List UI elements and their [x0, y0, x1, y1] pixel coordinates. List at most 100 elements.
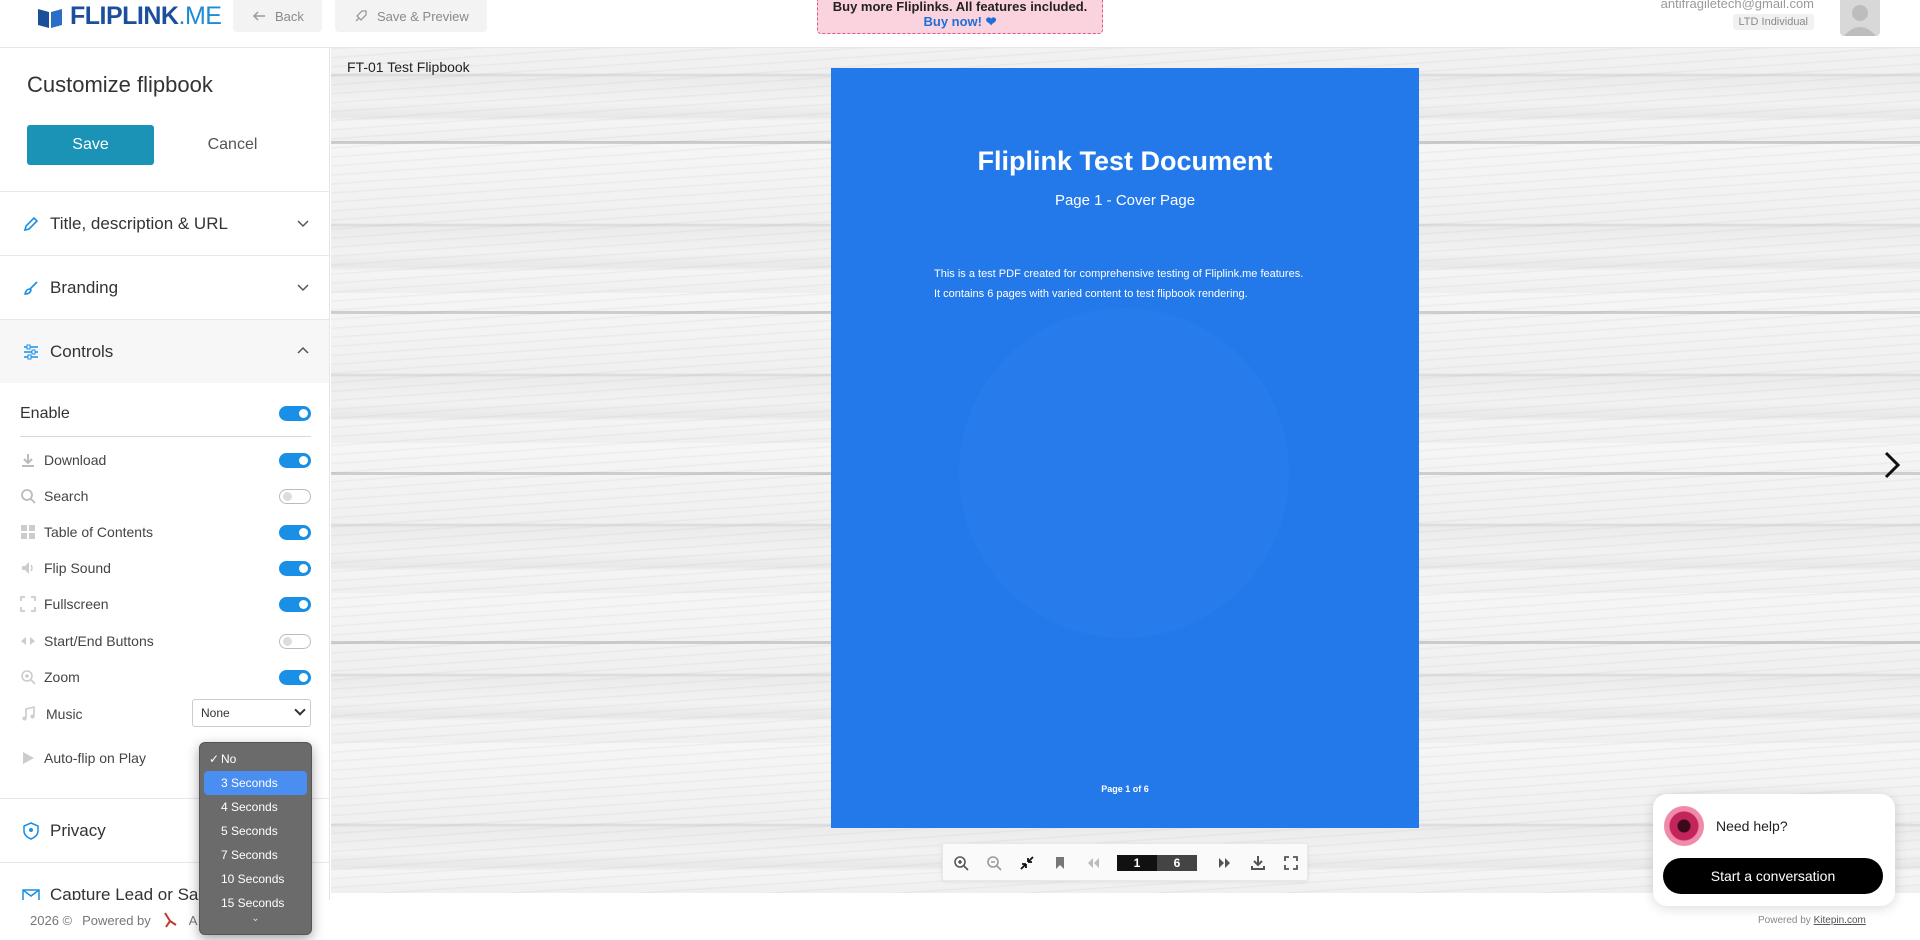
autoflip-option[interactable]: No — [204, 747, 307, 771]
flipbook-title: FT-01 Test Flipbook — [347, 59, 470, 75]
play-icon — [23, 752, 34, 764]
zoom-out-icon[interactable] — [986, 855, 1002, 871]
mail-icon — [22, 888, 40, 900]
option-label: Table of Contents — [44, 524, 153, 540]
option-label: Download — [44, 452, 107, 468]
brush-icon — [24, 280, 38, 295]
option-zoom: Zoom — [20, 662, 311, 692]
download-icon[interactable] — [1250, 855, 1266, 871]
scroll-down-icon[interactable]: ⌄ — [204, 914, 307, 924]
collapse-icon[interactable] — [1019, 855, 1035, 871]
top-bar: FLIPLINK.ME Back Save & Preview Buy more… — [0, 0, 1920, 48]
kitepin-link[interactable]: Kitepin.com — [1814, 915, 1866, 926]
fliplink-logo[interactable]: FLIPLINK.ME — [36, 2, 222, 31]
help-widget: Need help? Start a conversation — [1653, 794, 1895, 906]
pencil-icon — [23, 216, 39, 231]
last-page-icon[interactable] — [1217, 855, 1233, 871]
next-page-arrow-icon[interactable] — [1877, 450, 1907, 480]
section-label: Title, description & URL — [50, 213, 228, 233]
powered-by: Powered by Kitepin.com — [1758, 915, 1866, 926]
option-label: Music — [46, 706, 83, 722]
bookmark-icon[interactable] — [1052, 855, 1068, 871]
grid-icon — [21, 525, 35, 539]
arrow-left-icon — [252, 11, 265, 21]
book-logo-icon — [38, 8, 62, 28]
download-toggle[interactable] — [279, 453, 311, 468]
section-label: Privacy — [50, 820, 106, 840]
zoom-in-icon[interactable] — [953, 855, 969, 871]
zoom-toggle[interactable] — [279, 670, 311, 685]
page-footer: Page 1 of 6 — [1101, 784, 1149, 794]
option-flip-sound: Flip Sound — [20, 553, 311, 583]
section-controls[interactable]: Controls — [0, 319, 329, 383]
section-label: Controls — [50, 341, 114, 361]
section-title-description[interactable]: Title, description & URL — [0, 191, 329, 255]
chevron-down-icon — [297, 220, 309, 228]
download-icon — [22, 454, 34, 467]
document-body-line: This is a test PDF created for comprehen… — [934, 268, 1304, 280]
chevron-up-icon — [297, 346, 309, 354]
brand-name: A — [188, 912, 198, 928]
current-page[interactable]: 1 — [1117, 855, 1157, 871]
account-info[interactable]: antifragiletech@gmail.com LTD Individual — [1661, 0, 1814, 30]
cancel-button[interactable]: Cancel — [170, 125, 295, 165]
flip-sound-toggle[interactable] — [279, 561, 311, 576]
plan-badge: LTD Individual — [1732, 14, 1814, 30]
option-label: Fullscreen — [44, 596, 109, 612]
copyright: 2026 © — [30, 912, 73, 928]
autoflip-option[interactable]: 7 Seconds — [204, 843, 307, 867]
enable-toggle[interactable] — [279, 406, 311, 421]
page-indicator[interactable]: 1 6 — [1117, 855, 1197, 871]
sidebar-title: Customize flipbook — [27, 72, 213, 97]
autoflip-option[interactable]: 4 Seconds — [204, 795, 307, 819]
start-end-toggle[interactable] — [279, 634, 311, 649]
music-select-value: None — [201, 706, 230, 720]
speaker-icon — [22, 562, 33, 574]
option-fullscreen: Fullscreen — [20, 589, 311, 619]
fullscreen-icon — [20, 596, 36, 612]
document-title: Fliplink Test Document — [977, 146, 1273, 176]
save-preview-label: Save & Preview — [377, 8, 469, 24]
promo-banner[interactable]: Buy more Fliplinks. All features include… — [817, 0, 1103, 34]
sliders-icon — [24, 344, 38, 359]
toc-toggle[interactable] — [279, 525, 311, 540]
document-body: This is a test PDF created for comprehen… — [934, 264, 1374, 304]
option-label: Auto-flip on Play — [44, 750, 146, 766]
user-avatar[interactable] — [1840, 0, 1880, 36]
search-toggle[interactable] — [279, 489, 311, 504]
save-button[interactable]: Save — [27, 125, 154, 165]
section-branding[interactable]: Branding — [0, 255, 329, 319]
start-conversation-button[interactable]: Start a conversation — [1663, 858, 1883, 894]
document-body-line: It contains 6 pages with varied content … — [934, 288, 1248, 300]
music-note-icon — [22, 706, 35, 721]
promo-text: Buy more Fliplinks. All features include… — [832, 0, 1088, 14]
option-label: Zoom — [44, 669, 80, 685]
section-label: Capture Lead or Sa — [50, 884, 199, 901]
page-decoration — [959, 308, 1289, 638]
back-button[interactable]: Back — [233, 0, 322, 32]
autoflip-dropdown[interactable]: No 3 Seconds 4 Seconds 5 Seconds 7 Secon… — [199, 742, 312, 935]
total-pages: 6 — [1157, 855, 1197, 871]
save-preview-button[interactable]: Save & Preview — [335, 0, 487, 32]
music-select[interactable]: None — [192, 699, 311, 727]
autoflip-option[interactable]: 5 Seconds — [204, 819, 307, 843]
start-end-icon — [21, 637, 35, 645]
first-page-icon[interactable] — [1085, 855, 1101, 871]
option-music: Music None — [20, 699, 311, 729]
autoflip-option[interactable]: 10 Seconds — [204, 867, 307, 891]
buy-now-link[interactable]: Buy now! ❤ — [818, 14, 1102, 29]
flipbook-page[interactable]: Fliplink Test Document Page 1 - Cover Pa… — [831, 68, 1419, 828]
autoflip-option[interactable]: 3 Seconds — [204, 771, 307, 795]
option-search: Search — [20, 481, 311, 511]
option-download: Download — [20, 445, 311, 475]
enable-label: Enable — [20, 404, 70, 422]
enable-controls-row: Enable — [20, 391, 311, 437]
fullscreen-icon[interactable] — [1283, 855, 1299, 871]
shield-icon — [23, 821, 39, 840]
user-icon — [1844, 5, 1876, 36]
option-label: Flip Sound — [44, 560, 111, 576]
fullscreen-toggle[interactable] — [279, 597, 311, 612]
autoflip-option[interactable]: 15 Seconds — [204, 891, 307, 915]
document-subtitle: Page 1 - Cover Page — [1054, 192, 1196, 209]
logo-text: FLIPLINK — [70, 2, 179, 30]
